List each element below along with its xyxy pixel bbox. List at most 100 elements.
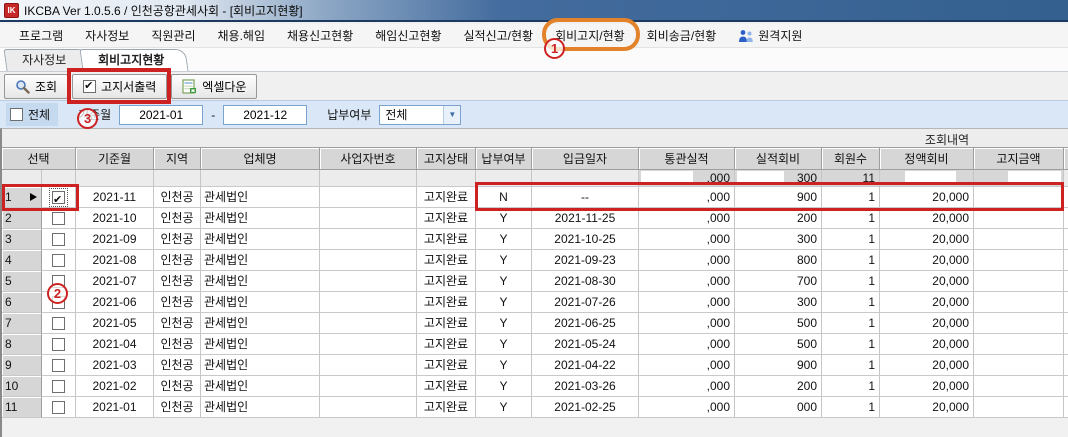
cell-members: 1	[822, 271, 880, 292]
table-row[interactable]: 112021-01인천공관세법인고지완료Y2021-02-25,00000012…	[2, 397, 1068, 418]
table-row[interactable]: 22021-10인천공관세법인고지완료Y2021-11-25,000200120…	[2, 208, 1068, 229]
row-select-checkbox[interactable]	[52, 191, 65, 204]
cell-fixed_fee: 20,000	[880, 187, 974, 208]
summary-cell-month	[76, 170, 154, 187]
cell-fixed_fee: 20,000	[880, 208, 974, 229]
print-notice-button[interactable]: 고지서출력	[72, 74, 167, 99]
menu-item-label: 자사정보	[85, 27, 129, 44]
menu-item-2[interactable]: 직원관리	[140, 24, 206, 47]
search-icon	[15, 79, 30, 94]
range-dash: -	[211, 108, 215, 122]
menu-item-0[interactable]: 프로그램	[8, 24, 74, 47]
tab-fee-notice-status[interactable]: 회비고지현황	[80, 49, 189, 71]
table-row[interactable]: 42021-08인천공관세법인고지완료Y2021-09-23,000800120…	[2, 250, 1068, 271]
excel-download-button[interactable]: 엑셀다운	[171, 74, 257, 99]
row-number: 10	[5, 379, 18, 393]
cell-month: 2021-04	[76, 334, 154, 355]
cell-members: 1	[822, 334, 880, 355]
cell-status: 고지완료	[417, 334, 476, 355]
row-select-checkbox[interactable]	[52, 233, 65, 246]
row-select-checkbox[interactable]	[52, 254, 65, 267]
month-to-input[interactable]	[223, 105, 307, 125]
select-all-checkbox[interactable]	[10, 108, 23, 121]
row-select-checkbox[interactable]	[52, 317, 65, 330]
cell-month: 2021-08	[76, 250, 154, 271]
menu-item-5[interactable]: 해임신고현황	[364, 24, 452, 47]
column-header-actual_fee[interactable]: 실적회비	[735, 147, 822, 170]
cell-fixed_fee: 20,000	[880, 376, 974, 397]
cell-fixed_fee: 20,000	[880, 229, 974, 250]
cell-paid: Y	[476, 313, 532, 334]
table-row[interactable]: 72021-05인천공관세법인고지완료Y2021-06-25,000500120…	[2, 313, 1068, 334]
print-annotation-wrap: 고지서출력 3	[72, 74, 167, 99]
redaction-patch	[641, 171, 693, 185]
row-select-checkbox[interactable]	[52, 401, 65, 414]
row-number-cell: 8	[2, 334, 42, 355]
print-notice-checkbox[interactable]	[83, 80, 96, 93]
menu-item-label: 실적신고/현황	[464, 27, 534, 44]
row-select-checkbox[interactable]	[52, 359, 65, 372]
table-row[interactable]: 62021-06인천공관세법인고지완료Y2021-07-26,000300120…	[2, 292, 1068, 313]
pay-status-dropdown[interactable]: 전체 ▼	[379, 105, 461, 125]
cell-region: 인천공	[154, 313, 201, 334]
table-row[interactable]: 82021-04인천공관세법인고지완료Y2021-05-24,000500120…	[2, 334, 1068, 355]
search-button[interactable]: 조회	[4, 74, 68, 99]
table-body: 12021-11인천공관세법인고지완료N--,000900120,0002202…	[2, 187, 1068, 418]
row-select-checkbox[interactable]	[52, 338, 65, 351]
cell-month: 2021-06	[76, 292, 154, 313]
chevron-down-icon[interactable]: ▼	[443, 106, 460, 124]
cell-biz_no	[320, 208, 417, 229]
menu-item-9[interactable]: 원격지원	[727, 24, 813, 47]
column-header-paid[interactable]: 납부여부	[476, 147, 532, 170]
menu-item-7[interactable]: 회비고지/현황1	[544, 24, 636, 47]
table-row[interactable]: 12021-11인천공관세법인고지완료N--,000900120,000	[2, 187, 1068, 208]
column-header-row: 선택기준월지역업체명사업자번호고지상태납부여부입금일자통관실적실적회비회원수정액…	[2, 147, 1068, 170]
column-header-notice_amt[interactable]: 고지금액	[974, 147, 1064, 170]
column-header-month[interactable]: 기준월	[76, 147, 154, 170]
tab-company-info[interactable]: 자사정보	[3, 49, 90, 71]
menu-item-3[interactable]: 채용.해임	[207, 24, 277, 47]
cell-fixed_fee: 20,000	[880, 250, 974, 271]
menu-item-4[interactable]: 채용신고현황	[276, 24, 364, 47]
row-select-cell	[42, 229, 76, 250]
row-select-cell	[42, 208, 76, 229]
column-header-status[interactable]: 고지상태	[417, 147, 476, 170]
menu-item-label: 회비송금/현황	[647, 27, 717, 44]
column-header-biz_no[interactable]: 사업자번호	[320, 147, 417, 170]
column-header-fixed_fee[interactable]: 정액회비	[880, 147, 974, 170]
table-row[interactable]: 52021-07인천공관세법인고지완료Y2021-08-30,000700120…	[2, 271, 1068, 292]
cell-members: 1	[822, 292, 880, 313]
cell-pay_date: 2021-02-25	[532, 397, 639, 418]
cell-paid: Y	[476, 355, 532, 376]
menu-item-1[interactable]: 자사정보	[74, 24, 140, 47]
table-row[interactable]: 92021-03인천공관세법인고지완료Y2021-04-22,000900120…	[2, 355, 1068, 376]
row-select-checkbox[interactable]	[52, 380, 65, 393]
cell-region: 인천공	[154, 187, 201, 208]
row-select-cell	[42, 355, 76, 376]
menu-item-6[interactable]: 실적신고/현황	[453, 24, 545, 47]
cell-company: 관세법인	[201, 187, 320, 208]
table-row[interactable]: 32021-09인천공관세법인고지완료Y2021-10-25,000300120…	[2, 229, 1068, 250]
cell-notice_amt	[974, 271, 1064, 292]
excel-icon	[182, 79, 197, 94]
cell-biz_no	[320, 313, 417, 334]
cell-clearance: ,000	[639, 376, 735, 397]
column-header-pay_date[interactable]: 입금일자	[532, 147, 639, 170]
column-header-region[interactable]: 지역	[154, 147, 201, 170]
row-select-checkbox[interactable]	[52, 212, 65, 225]
column-header-clearance[interactable]: 통관실적	[639, 147, 735, 170]
app-window: IK IKCBA Ver 1.0.5.6 / 인천공항관세사회 - [회비고지현…	[0, 0, 1068, 437]
row-number-cell: 1	[2, 187, 42, 208]
column-header-members[interactable]: 회원수	[822, 147, 880, 170]
pay-status-label: 납부여부	[327, 106, 371, 123]
tab-label: 자사정보	[22, 50, 66, 71]
cell-region: 인천공	[154, 397, 201, 418]
summary-cell-company	[201, 170, 320, 187]
cell-status: 고지완료	[417, 355, 476, 376]
cell-sliver	[1064, 271, 1068, 292]
menu-item-8[interactable]: 회비송금/현황	[636, 24, 728, 47]
month-from-input[interactable]	[119, 105, 203, 125]
column-header-company[interactable]: 업체명	[201, 147, 320, 170]
row-number-cell: 5	[2, 271, 42, 292]
table-row[interactable]: 102021-02인천공관세법인고지완료Y2021-03-26,00020012…	[2, 376, 1068, 397]
